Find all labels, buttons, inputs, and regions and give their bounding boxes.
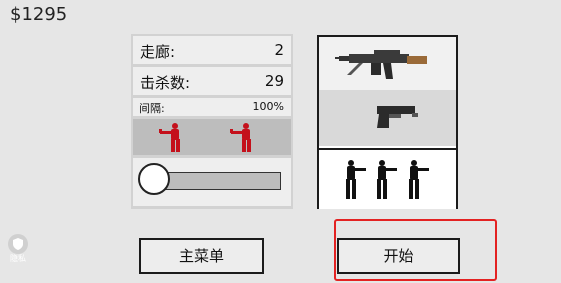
money-display: $1295 bbox=[10, 4, 68, 25]
corridor-label: 走廊: bbox=[140, 43, 176, 61]
assault-rifle-icon bbox=[335, 50, 427, 79]
corridor-value: 2 bbox=[274, 41, 284, 59]
weapon-slot-rifle[interactable] bbox=[319, 37, 456, 90]
pistol-icon bbox=[377, 106, 418, 128]
interval-row: 间隔: 100% bbox=[133, 98, 291, 116]
interval-value: 100% bbox=[252, 100, 284, 113]
privacy-badge[interactable]: 隐私 bbox=[6, 234, 30, 263]
weapon-slot-pistol[interactable] bbox=[319, 90, 456, 146]
stats-panel: 走廊: 2 击杀数: 29 间隔: 100% bbox=[131, 34, 293, 209]
corridor-row: 走廊: 2 bbox=[133, 36, 291, 64]
slider-track[interactable] bbox=[155, 172, 281, 190]
privacy-label: 隐私 bbox=[10, 254, 26, 263]
weapon-slot-squad[interactable] bbox=[319, 148, 456, 209]
shield-icon bbox=[8, 234, 28, 254]
main-menu-button[interactable]: 主菜单 bbox=[139, 238, 264, 274]
interval-slider[interactable] bbox=[133, 158, 291, 206]
slider-thumb[interactable] bbox=[138, 163, 170, 195]
start-button[interactable]: 开始 bbox=[337, 238, 460, 274]
red-enemy-icon bbox=[159, 123, 180, 152]
kills-row: 击杀数: 29 bbox=[133, 67, 291, 95]
interval-label: 间隔: bbox=[139, 102, 165, 115]
weapons-panel bbox=[317, 35, 458, 209]
kills-value: 29 bbox=[264, 72, 284, 90]
enemy-squad-icon bbox=[346, 160, 429, 199]
kills-label: 击杀数: bbox=[140, 74, 191, 92]
red-enemy-icon bbox=[230, 123, 251, 152]
enemy-preview bbox=[133, 119, 291, 155]
